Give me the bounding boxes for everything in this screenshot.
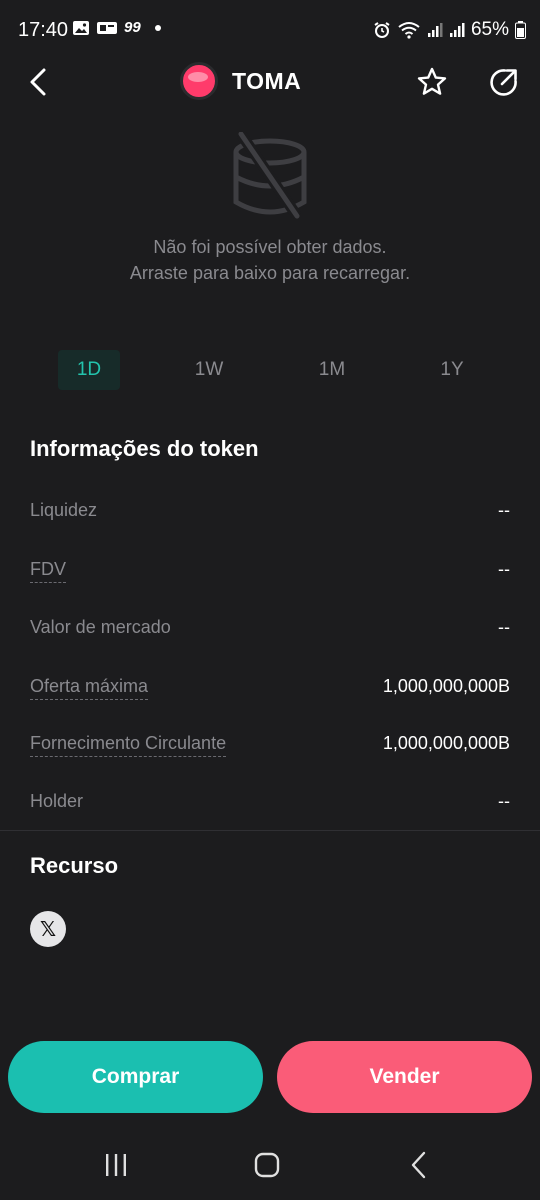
x-icon: 𝕏 [39,917,57,941]
app-header: TOMA [0,60,540,104]
token-info-title: Informações do token [30,436,259,461]
token-logo [180,62,218,100]
back-button[interactable] [20,64,56,100]
info-label-tooltip[interactable]: FDV [30,556,66,583]
period-tabs: 1D 1W 1M 1Y [0,350,540,390]
chart-empty-state: Não foi possível obter dados. Arraste pa… [0,130,540,286]
share-button[interactable] [484,62,524,102]
info-label: Liquidez [30,500,98,520]
buy-button[interactable]: Comprar [8,1041,263,1113]
tab-1m[interactable]: 1M [301,350,363,390]
info-value: -- [498,500,510,520]
home-button[interactable] [237,1148,297,1182]
info-row-market-cap: Valor de mercado -- [30,614,510,644]
resources-title: Recurso [30,853,119,878]
info-label: Holder [30,791,84,811]
token-name: TOMA [232,67,302,94]
tab-1y[interactable]: 1Y [421,350,483,390]
info-label-tooltip[interactable]: Oferta máxima [30,673,149,700]
notification-badge: 99 [124,19,141,36]
recent-apps-button[interactable] [86,1148,146,1182]
home-icon [254,1152,280,1178]
status-notification-icons: 99 [72,19,161,36]
notification-app-icon [97,21,117,34]
empty-state-line-2: Arraste para baixo para recarregar. [129,263,411,283]
back-icon [411,1151,426,1179]
info-value: -- [498,617,510,637]
tab-1w[interactable]: 1W [178,350,240,390]
info-value: 1,000,000,000B [382,733,510,753]
info-row-circulating-supply: Fornecimento Circulante 1,000,000,000B [30,730,510,760]
more-notifications-dot [154,24,161,31]
recent-apps-icon [106,1154,126,1176]
alarm-icon [374,22,390,38]
wifi-icon [398,22,420,39]
system-back-button[interactable] [389,1148,449,1182]
battery-percent: 65% [470,19,509,40]
share-icon [490,69,517,96]
info-label-tooltip[interactable]: Fornecimento Circulante [30,730,227,757]
info-row-liquidity: Liquidez -- [30,497,510,527]
star-icon [417,67,447,95]
info-row-holder: Holder -- [30,788,510,818]
tab-1d[interactable]: 1D [58,350,120,390]
info-value: 1,000,000,000B [382,676,510,696]
info-value: -- [498,791,510,811]
gallery-icon [73,20,89,35]
info-value: -- [498,559,510,579]
favorite-button[interactable] [412,62,452,102]
status-system-icons: 65% [373,19,526,41]
x-twitter-link[interactable]: 𝕏 [30,911,66,947]
android-nav-bar [0,1130,540,1200]
signal-icon-1 [427,23,443,37]
status-time: 17:40 [18,19,69,41]
token-title: TOMA [180,62,301,100]
info-label: Valor de mercado [30,617,171,637]
section-divider [0,830,540,831]
signal-icon-2 [449,23,465,37]
battery-icon [515,21,526,39]
empty-state-line-1: Não foi possível obter dados. [153,237,387,257]
status-bar: 17:40 99 65% [0,0,540,60]
sell-button[interactable]: Vender [277,1041,532,1113]
screen: 17:40 99 65% TOMA Não foi possível obter… [0,0,540,1200]
chevron-left-icon [30,68,46,96]
no-data-icon [225,130,315,222]
info-row-max-supply: Oferta máxima 1,000,000,000B [30,673,510,703]
info-row-fdv: FDV -- [30,556,510,586]
empty-state-message: Não foi possível obter dados. Arraste pa… [0,234,540,286]
